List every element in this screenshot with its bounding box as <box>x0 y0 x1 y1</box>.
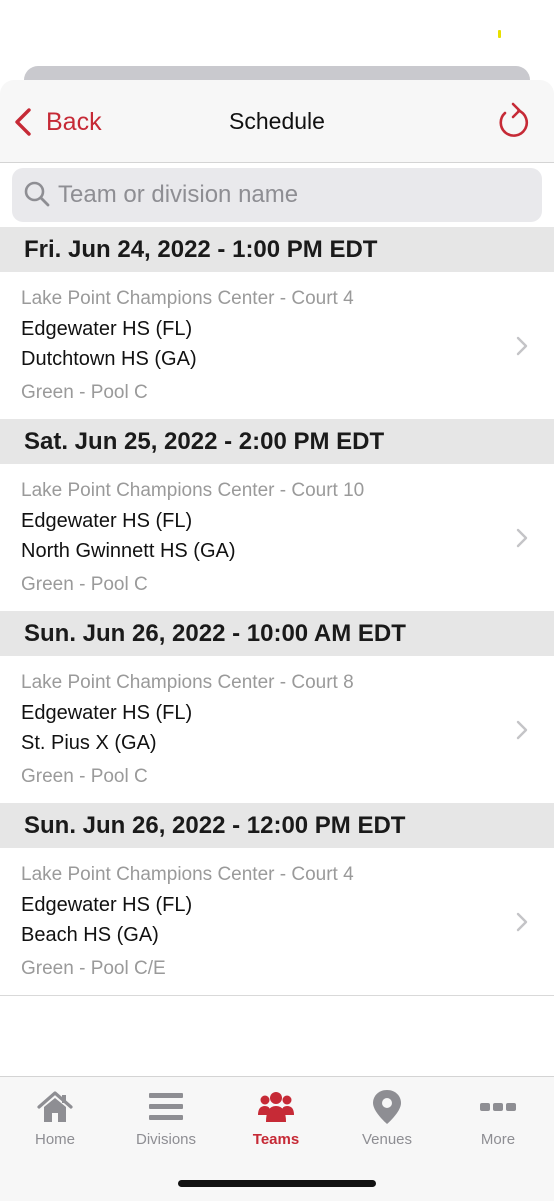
search-input[interactable] <box>58 168 528 222</box>
search-icon <box>24 181 50 207</box>
game-team-home: Edgewater HS (FL) <box>21 510 193 532</box>
tab-home[interactable]: Home <box>0 1077 110 1161</box>
game-venue: Lake Point Champions Center - Court 8 <box>21 672 354 693</box>
tab-label: More <box>480 1131 516 1148</box>
game-row[interactable]: Lake Point Champions Center - Court 10 E… <box>0 464 554 611</box>
navigation-bar: Back Schedule <box>0 80 554 163</box>
chevron-right-icon <box>516 528 528 548</box>
game-row[interactable]: Lake Point Champions Center - Court 8 Ed… <box>0 656 554 803</box>
game-row[interactable]: Lake Point Champions Center - Court 4 Ed… <box>0 272 554 419</box>
people-icon <box>258 1092 294 1122</box>
tab-divisions[interactable]: Divisions <box>111 1077 221 1161</box>
tab-venues[interactable]: Venues <box>332 1077 442 1161</box>
map-pin-icon <box>373 1090 401 1124</box>
search-bar <box>0 163 554 227</box>
tab-label: Home <box>34 1131 75 1148</box>
date-header: Sun. Jun 26, 2022 - 12:00 PM EDT <box>0 803 554 848</box>
game-team-away: St. Pius X (GA) <box>21 732 157 754</box>
schedule-list: Fri. Jun 24, 2022 - 1:00 PM EDT Lake Poi… <box>0 227 554 996</box>
refresh-icon[interactable] <box>496 102 530 140</box>
schedule-sheet: Back Schedule Fri. Jun 24, 2022 - 1:00 P… <box>0 80 554 1200</box>
date-header: Sat. Jun 25, 2022 - 2:00 PM EDT <box>0 419 554 464</box>
game-team-home: Edgewater HS (FL) <box>21 702 193 724</box>
game-pool: Green - Pool C <box>21 574 148 595</box>
game-venue: Lake Point Champions Center - Court 4 <box>21 864 354 885</box>
status-indicator-icon <box>498 30 501 38</box>
game-venue: Lake Point Champions Center - Court 4 <box>21 288 354 309</box>
more-icon <box>480 1103 516 1111</box>
chevron-right-icon <box>516 720 528 740</box>
tab-label: Venues <box>361 1131 413 1148</box>
game-team-away: Dutchtown HS (GA) <box>21 348 197 370</box>
date-header: Sun. Jun 26, 2022 - 10:00 AM EDT <box>0 611 554 656</box>
search-field[interactable] <box>12 168 542 222</box>
home-indicator <box>178 1180 376 1187</box>
tab-label: Divisions <box>135 1131 196 1148</box>
game-team-away: Beach HS (GA) <box>21 924 159 946</box>
game-row[interactable]: Lake Point Champions Center - Court 4 Ed… <box>0 848 554 996</box>
game-team-home: Edgewater HS (FL) <box>21 318 193 340</box>
game-team-home: Edgewater HS (FL) <box>21 894 193 916</box>
home-icon <box>37 1091 73 1122</box>
game-team-away: North Gwinnett HS (GA) <box>21 540 236 562</box>
list-icon <box>149 1093 183 1120</box>
page-title: Schedule <box>229 108 325 134</box>
tab-more[interactable]: More <box>443 1077 553 1161</box>
chevron-right-icon <box>516 912 528 932</box>
status-bar <box>0 0 554 64</box>
game-pool: Green - Pool C <box>21 766 148 787</box>
chevron-right-icon <box>516 336 528 356</box>
game-venue: Lake Point Champions Center - Court 10 <box>21 480 365 501</box>
game-pool: Green - Pool C/E <box>21 958 166 979</box>
game-pool: Green - Pool C <box>21 382 148 403</box>
tab-teams[interactable]: Teams <box>221 1077 331 1161</box>
date-header: Fri. Jun 24, 2022 - 1:00 PM EDT <box>0 227 554 272</box>
tab-label: Teams <box>252 1131 300 1148</box>
